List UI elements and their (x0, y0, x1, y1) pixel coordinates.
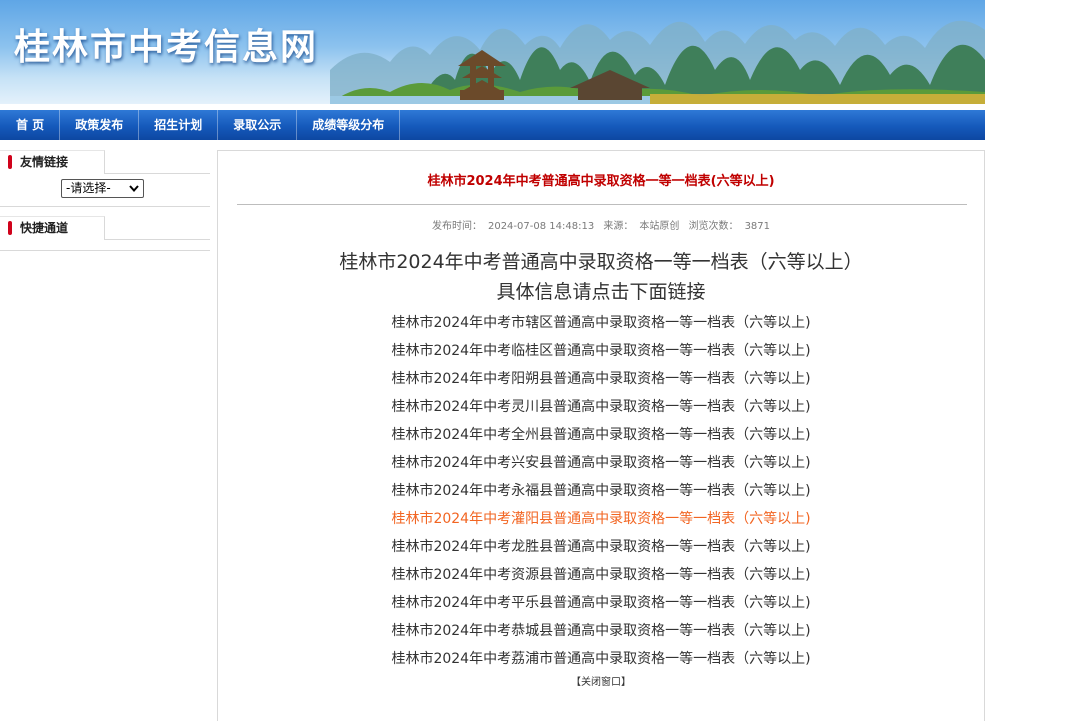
district-link-shixiaqu[interactable]: 桂林市2024年中考市辖区普通高中录取资格一等一档表（六等以上) (218, 309, 984, 337)
quick-access-header: 快捷通道 (0, 216, 210, 240)
section-marker-icon (8, 221, 12, 235)
nav-item-home[interactable]: 首 页 (0, 110, 61, 140)
sidebar: 友情链接 -请选择- 快捷通道 (0, 150, 210, 251)
section-marker-icon (8, 155, 12, 169)
district-link-ziyuan[interactable]: 桂林市2024年中考资源县普通高中录取资格一等一档表（六等以上) (218, 561, 984, 589)
district-link-longsheng[interactable]: 桂林市2024年中考龙胜县普通高中录取资格一等一档表（六等以上) (218, 533, 984, 561)
district-link-yongfu[interactable]: 桂林市2024年中考永福县普通高中录取资格一等一档表（六等以上) (218, 477, 984, 505)
article-instruction: 具体信息请点击下面链接 (496, 281, 706, 303)
district-link-lingui[interactable]: 桂林市2024年中考临桂区普通高中录取资格一等一档表（六等以上) (218, 337, 984, 365)
district-link-list: 桂林市2024年中考市辖区普通高中录取资格一等一档表（六等以上) 桂林市2024… (218, 309, 984, 673)
nav-item-admission-notice[interactable]: 录取公示 (218, 110, 298, 140)
district-link-yangshuo[interactable]: 桂林市2024年中考阳朔县普通高中录取资格一等一档表（六等以上) (218, 365, 984, 393)
main-nav: 首 页 政策发布 招生计划 录取公示 成绩等级分布 (0, 110, 985, 140)
nav-item-enrollment-plan[interactable]: 招生计划 (139, 110, 219, 140)
friend-links-select-value: -请选择- (66, 181, 111, 195)
site-banner: 桂林市中考信息网 (0, 0, 985, 104)
article-heading: 桂林市2024年中考普通高中录取资格一等一档表（六等以上） (339, 251, 863, 273)
close-window-button[interactable]: 【关闭窗口】 (218, 673, 984, 688)
article-title: 桂林市2024年中考普通高中录取资格一等一档表(六等以上) (427, 174, 775, 189)
article-panel: 桂林市2024年中考普通高中录取资格一等一档表(六等以上) 发布时间： 2024-… (217, 150, 985, 721)
views-count: 3871 (744, 221, 771, 232)
quick-access-box: 快捷通道 (0, 216, 210, 251)
nav-item-score-distribution[interactable]: 成绩等级分布 (297, 110, 401, 140)
publish-time: 2024-07-08 14:48:13 (487, 221, 595, 232)
quick-access-label: 快捷通道 (20, 221, 69, 235)
district-link-pingle[interactable]: 桂林市2024年中考平乐县普通高中录取资格一等一档表（六等以上) (218, 589, 984, 617)
friend-links-box: 友情链接 -请选择- (0, 150, 210, 207)
divider (237, 204, 967, 205)
source: 本站原创 (639, 221, 680, 232)
district-link-lingchuan[interactable]: 桂林市2024年中考灵川县普通高中录取资格一等一档表（六等以上) (218, 393, 984, 421)
district-link-quanzhou[interactable]: 桂林市2024年中考全州县普通高中录取资格一等一档表（六等以上) (218, 421, 984, 449)
district-link-guanyang[interactable]: 桂林市2024年中考灌阳县普通高中录取资格一等一档表（六等以上) (218, 505, 984, 533)
chevron-down-icon (129, 185, 139, 192)
district-link-gongcheng[interactable]: 桂林市2024年中考恭城县普通高中录取资格一等一档表（六等以上) (218, 617, 984, 645)
article-meta: 发布时间： 2024-07-08 14:48:13 来源： 本站原创 浏览次数： 38… (218, 217, 984, 232)
friend-links-label: 友情链接 (20, 155, 69, 169)
friend-links-select[interactable]: -请选择- (61, 179, 144, 198)
nav-item-policy[interactable]: 政策发布 (60, 110, 140, 140)
source-label: 来源： (603, 221, 634, 232)
views-label: 浏览次数： (688, 221, 739, 232)
publish-time-label: 发布时间： (431, 221, 482, 232)
friend-links-header: 友情链接 (0, 150, 210, 174)
district-link-xingan[interactable]: 桂林市2024年中考兴安县普通高中录取资格一等一档表（六等以上) (218, 449, 984, 477)
site-title: 桂林市中考信息网 (14, 27, 319, 68)
district-link-lipu[interactable]: 桂林市2024年中考荔浦市普通高中录取资格一等一档表（六等以上) (218, 645, 984, 673)
